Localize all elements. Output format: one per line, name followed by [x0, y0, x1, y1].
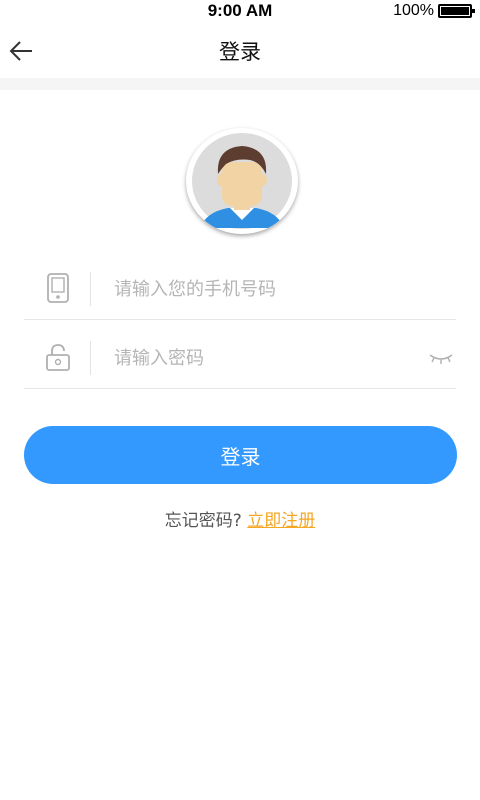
page-title: 登录 [219, 40, 261, 64]
battery-percentage: 100% [393, 2, 434, 19]
bottom-links: 忘记密码? 立即注册 [0, 506, 480, 531]
avatar-icon [192, 133, 292, 229]
phone-field-row [24, 258, 456, 320]
phone-icon [47, 273, 69, 303]
lock-icon [46, 344, 70, 371]
battery-icon [438, 4, 475, 18]
login-button[interactable]: 登录 [24, 426, 457, 484]
forgot-password-link[interactable]: 忘记密码? [165, 511, 242, 531]
eye-closed-icon[interactable] [428, 349, 454, 365]
field-separator [90, 341, 91, 375]
phone-input[interactable] [114, 258, 414, 320]
header-divider [0, 78, 480, 90]
password-input[interactable] [114, 327, 414, 389]
password-field-row [24, 327, 456, 389]
field-separator [90, 272, 91, 306]
register-link[interactable]: 立即注册 [247, 511, 315, 531]
nav-bar: 登录 [0, 22, 480, 78]
avatar[interactable] [186, 128, 298, 234]
status-bar: 9:00 AM 100% [0, 0, 480, 22]
